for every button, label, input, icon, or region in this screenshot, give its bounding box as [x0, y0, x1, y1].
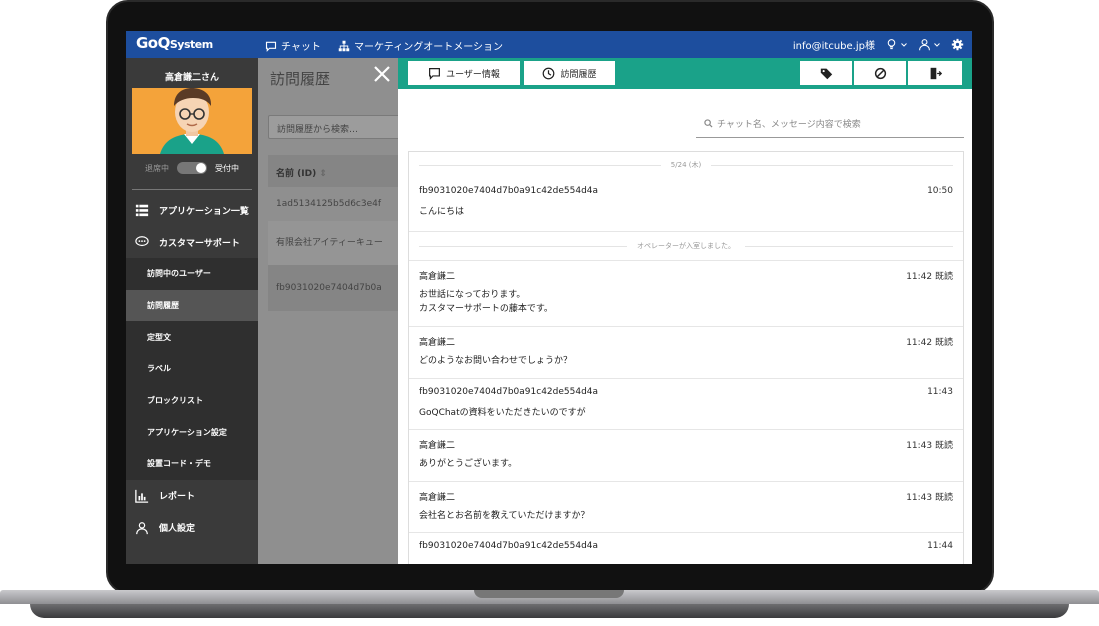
user-icon[interactable] — [918, 38, 931, 51]
chevron-down-icon[interactable] — [900, 38, 908, 51]
label-button[interactable] — [800, 61, 852, 85]
column-header-name[interactable]: 名前 (ID) ⇕ — [268, 155, 408, 187]
message: 高倉謙二 11:42 既読 お世話になっております。カスタマーサポートの藤本です。 — [409, 261, 963, 327]
status-active-label: 受付中 — [215, 163, 239, 173]
search-icon — [704, 119, 713, 128]
sidebar-divider — [132, 189, 252, 190]
lightbulb-icon[interactable] — [885, 38, 898, 51]
message-sender: 高倉謙二 — [419, 338, 456, 348]
detail-toolbar: ユーザー情報 訪問履歴 — [398, 58, 972, 89]
sidebar: 高倉謙二さん 退席中 受付中 アプリケーション一覧 カスタマーサポート 訪問中の… — [126, 58, 258, 564]
message: 高倉謙二 11:42 既読 どのようなお問い合わせでしょうか？ — [409, 327, 963, 379]
app-screen: GoQSystem チャット マーケティングオートメーション info@itcu… — [126, 31, 972, 564]
sidebar-item-templates[interactable]: 定型文 — [126, 321, 258, 354]
tab-visit-history[interactable]: 訪問履歴 — [524, 61, 615, 85]
tag-icon — [820, 68, 832, 79]
top-bar: GoQSystem チャット マーケティングオートメーション info@itcu… — [126, 31, 972, 58]
message-time: 10:50 — [927, 186, 953, 196]
message-sender: fb9031020e7404d7b0a91c42de554d4a — [419, 387, 599, 397]
message-sender: fb9031020e7404d7b0a91c42de554d4a — [419, 541, 599, 551]
message-text: ありがとうございます。 — [419, 459, 518, 469]
message-time: 11:42 既読 — [906, 338, 953, 348]
chat-icon — [265, 41, 277, 52]
exit-button[interactable] — [908, 61, 962, 85]
list-icon — [135, 204, 149, 217]
avatar — [132, 88, 252, 154]
table-row[interactable]: fb9031020e7404d7b0a — [268, 265, 408, 311]
message: 高倉謙二 11:43 既読 会社名とお名前を教えていただけますか？ — [409, 482, 963, 533]
sidebar-item-app-settings[interactable]: アプリケーション設定 — [126, 416, 258, 449]
sidebar-item-visiting-users[interactable]: 訪問中のユーザー — [126, 258, 258, 290]
bar-chart-icon — [135, 489, 149, 503]
comment-icon — [429, 67, 441, 80]
close-icon[interactable] — [372, 64, 392, 84]
chat-search-input[interactable]: チャット名、メッセージ内容で検索 — [696, 110, 964, 138]
message-text: どのようなお問い合わせでしょうか？ — [419, 356, 573, 366]
chat-bubble-icon — [135, 236, 149, 247]
sidebar-item-personal-settings[interactable]: 個人設定 — [126, 512, 258, 544]
header-right: info@itcube.jp様 — [793, 37, 964, 52]
message-text: こんにちは — [419, 207, 465, 217]
sidebar-item-install-code[interactable]: 設置コード・デモ — [126, 448, 258, 480]
message: fb9031020e7404d7b0a91c42de554d4a 10:50 こん… — [409, 178, 963, 232]
message: fb9031020e7404d7b0a91c42de554d4a 11:44 — [409, 533, 963, 564]
sidebar-item-visit-history[interactable]: 訪問履歴 — [126, 289, 258, 322]
message-text: 会社名とお名前を教えていただけますか？ — [419, 511, 590, 521]
history-search-input[interactable]: 訪問履歴から検索… — [268, 115, 404, 139]
tab-user-info[interactable]: ユーザー情報 — [408, 61, 520, 85]
chevron-down-icon[interactable] — [933, 38, 941, 51]
page-title: 訪問履歴 — [270, 70, 331, 88]
status-switch: 退席中 受付中 — [126, 162, 258, 174]
status-away-label: 退席中 — [145, 163, 169, 173]
table-row[interactable]: 1ad5134125b5d6c3e4f — [268, 187, 408, 221]
sidebar-item-labels[interactable]: ラベル — [126, 353, 258, 385]
sidebar-item-applications[interactable]: アプリケーション一覧 — [126, 194, 258, 226]
message-sender: 高倉謙二 — [419, 493, 456, 503]
message-sender: 高倉謙二 — [419, 272, 456, 282]
table-row[interactable]: 有限会社アイティーキュー — [268, 221, 408, 265]
block-icon — [874, 67, 886, 79]
chat-detail-panel: ユーザー情報 訪問履歴 チャット名、メッセージ内容で検索 5/24 (木) fb… — [398, 58, 972, 564]
account-email[interactable]: info@itcube.jp様 — [793, 37, 875, 52]
message-text: お世話になっております。 — [419, 290, 526, 300]
block-button[interactable] — [854, 61, 906, 85]
message: 高倉謙二 11:43 既読 ありがとうございます。 — [409, 430, 963, 482]
system-notice: オペレーターが入室しました。 — [409, 232, 963, 261]
clock-icon — [543, 67, 555, 79]
laptop-base — [0, 590, 1099, 626]
message-time: 11:42 既読 — [906, 272, 953, 282]
operator-name: 高倉謙二さん — [164, 73, 219, 83]
nav-chat[interactable]: チャット — [265, 38, 321, 53]
message-sender: 高倉謙二 — [419, 441, 456, 451]
status-toggle[interactable] — [177, 162, 207, 174]
sidebar-item-report[interactable]: レポート — [126, 480, 258, 512]
gear-icon[interactable] — [951, 38, 964, 51]
history-table: 名前 (ID) ⇕ 1ad5134125b5d6c3e4f 有限会社アイティーキ… — [268, 155, 408, 311]
message-time: 11:43 既読 — [906, 441, 953, 451]
message: fb9031020e7404d7b0a91c42de554d4a 11:43 Go… — [409, 379, 963, 430]
sidebar-item-customer-support[interactable]: カスタマーサポート — [126, 226, 258, 258]
chat-log: 5/24 (木) fb9031020e7404d7b0a91c42de554d4… — [408, 151, 964, 564]
user-icon — [136, 521, 148, 534]
message-time: 11:44 — [927, 541, 953, 551]
nav-marketing-automation[interactable]: マーケティングオートメーション — [338, 38, 503, 53]
message-sender: fb9031020e7404d7b0a91c42de554d4a — [419, 186, 599, 196]
exit-door-icon — [930, 67, 942, 79]
message-text: カスタマーサポートの藤本です。 — [419, 304, 553, 314]
org-chart-icon — [338, 40, 350, 51]
date-divider: 5/24 (木) — [409, 152, 963, 178]
visit-history-panel: 訪問履歴 訪問履歴から検索… 名前 (ID) ⇕ 1ad5134125b5d6c… — [258, 58, 408, 564]
message-time: 11:43 既読 — [906, 493, 953, 503]
message-text: GoQChatの資料をいただきたいのですが — [419, 408, 586, 418]
logo[interactable]: GoQSystem — [136, 34, 213, 52]
message-time: 11:43 — [927, 387, 953, 397]
sidebar-item-blocklist[interactable]: ブロックリスト — [126, 384, 258, 417]
sidebar-menu: アプリケーション一覧 カスタマーサポート 訪問中のユーザー 訪問履歴 定型文 ラ… — [126, 194, 258, 544]
